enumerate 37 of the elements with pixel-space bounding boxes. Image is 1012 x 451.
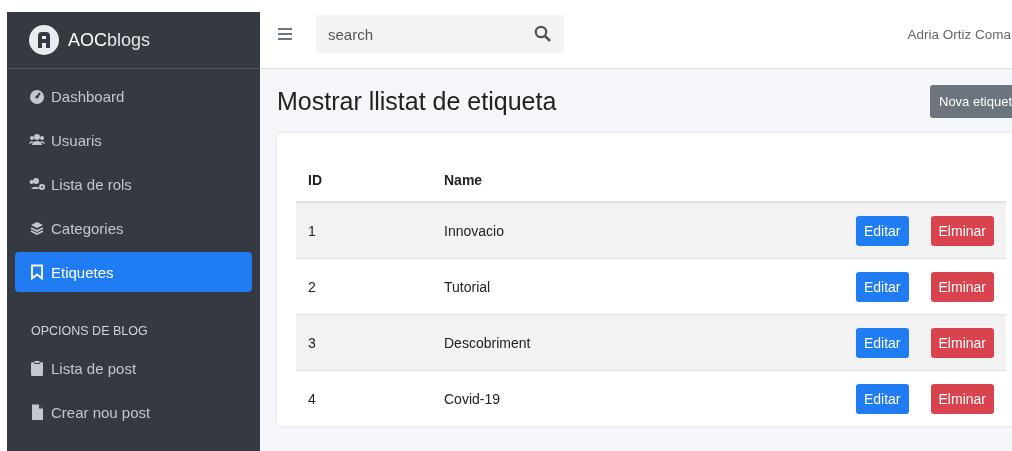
delete-button[interactable]: Elminar — [930, 327, 994, 358]
edit-button[interactable]: Editar — [855, 383, 909, 414]
sidebar-item[interactable]: Lista de post — [15, 348, 252, 388]
search-field[interactable]: search — [316, 15, 564, 53]
table-cell: Descobriment — [432, 314, 665, 371]
users-gear-icon — [29, 176, 45, 192]
sidebar-item[interactable]: Crear nou post — [15, 392, 252, 432]
clipboard-icon — [29, 360, 45, 376]
sidebar-item[interactable]: Etiquetes — [15, 252, 252, 292]
delete-button[interactable]: Elminar — [930, 383, 994, 414]
edit-button[interactable]: Editar — [855, 271, 909, 302]
edit-button[interactable]: Editar — [855, 215, 909, 246]
gauge-icon — [29, 88, 45, 104]
table-cell: Innovacio — [432, 202, 665, 259]
file-icon — [29, 404, 45, 420]
section-header: OPCIONS DE BLOG — [30, 323, 149, 340]
table-cell: 1 — [296, 202, 432, 259]
sidebar-item[interactable]: Categories — [15, 208, 252, 248]
user-name[interactable]: Adria Ortiz Coma — [907, 26, 1011, 42]
menu-icon[interactable] — [278, 27, 292, 41]
page-title: Mostrar llistat de etiqueta — [277, 86, 557, 116]
brand-name: AOCblogs — [68, 29, 151, 51]
sidebar-item[interactable]: Dashboard — [15, 76, 252, 116]
sidebar-item[interactable]: Usuaris — [15, 120, 252, 160]
table-cell: 3 — [296, 314, 432, 371]
search-icon[interactable] — [534, 25, 551, 42]
sidebar-item[interactable]: Lista de rols — [15, 164, 252, 204]
layers-icon — [29, 220, 45, 236]
bookmark-icon — [29, 264, 45, 280]
table-cell: Covid-19 — [432, 370, 665, 426]
table-cell: 4 — [296, 370, 432, 426]
delete-button[interactable]: Elminar — [930, 271, 994, 302]
edit-button[interactable]: Editar — [855, 327, 909, 358]
delete-button[interactable]: Elminar — [930, 215, 994, 246]
new-tag-button[interactable]: Nova etiquet — [930, 84, 1012, 118]
logo-icon — [29, 25, 59, 55]
users-icon — [29, 132, 45, 148]
